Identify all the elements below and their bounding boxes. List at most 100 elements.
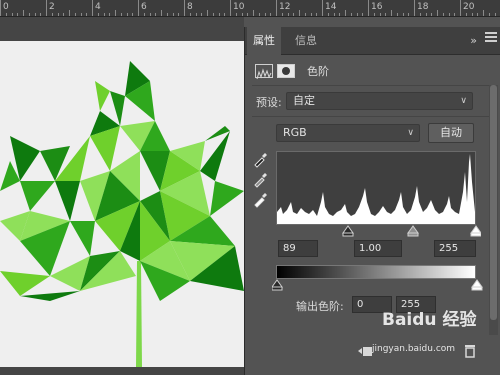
canvas-area[interactable] bbox=[0, 17, 244, 375]
auto-button[interactable]: 自动 bbox=[428, 123, 474, 143]
ruler-tick bbox=[304, 13, 306, 16]
menu-icon[interactable] bbox=[485, 32, 497, 44]
channel-dropdown[interactable]: RGB ∨ bbox=[276, 124, 420, 142]
divider bbox=[252, 116, 490, 117]
document-canvas[interactable] bbox=[0, 41, 244, 367]
ruler-label: 12 bbox=[279, 2, 291, 12]
output-levels-sliders[interactable] bbox=[272, 279, 484, 291]
preset-label: 预设: bbox=[256, 96, 282, 109]
ruler-tick bbox=[189, 13, 191, 16]
horizontal-ruler: 0 2 4 6 8 10 12 14 16 18 20 bbox=[0, 0, 500, 17]
ruler-tick bbox=[23, 10, 24, 16]
adjustment-header: 色阶 bbox=[255, 60, 329, 82]
ruler-tick bbox=[494, 13, 496, 16]
ruler-tick bbox=[258, 13, 260, 16]
ruler-tick bbox=[195, 13, 197, 16]
ruler-tick bbox=[57, 13, 59, 16]
chevron-down-icon: ∨ bbox=[407, 128, 414, 138]
ruler-tick bbox=[299, 10, 300, 16]
ruler-tick bbox=[419, 13, 421, 16]
ruler-tick bbox=[483, 10, 484, 16]
ruler-tick bbox=[69, 10, 70, 16]
ruler-tick bbox=[224, 13, 226, 16]
ruler-tick bbox=[178, 13, 180, 16]
ruler-label: 14 bbox=[325, 2, 337, 12]
ruler-tick bbox=[92, 0, 93, 16]
watermark-text: Baidu 经验 bbox=[382, 310, 477, 330]
ruler-tick bbox=[63, 13, 65, 16]
ruler-tick bbox=[379, 13, 381, 16]
ruler-tick bbox=[115, 10, 116, 16]
ruler-tick bbox=[373, 13, 375, 16]
levels-adjustment-icon bbox=[255, 64, 273, 80]
ruler-tick bbox=[339, 13, 341, 16]
ruler-tick bbox=[11, 13, 13, 16]
ruler-tick bbox=[276, 0, 277, 16]
scrollbar-thumb[interactable] bbox=[490, 85, 497, 320]
ruler-tick bbox=[212, 13, 214, 16]
mask-icon[interactable] bbox=[277, 64, 295, 78]
white-point-eyedropper-icon[interactable] bbox=[252, 192, 268, 208]
ruler-tick bbox=[396, 13, 398, 16]
tab-info[interactable]: 信息 bbox=[289, 27, 323, 55]
ruler-tick bbox=[5, 13, 7, 16]
divider bbox=[252, 85, 490, 86]
ruler-tick bbox=[281, 13, 283, 16]
ruler-tick bbox=[28, 13, 30, 16]
black-point-eyedropper-icon[interactable] bbox=[252, 152, 268, 168]
ruler-tick bbox=[120, 13, 122, 16]
ruler-label: 10 bbox=[233, 2, 245, 12]
ruler-label: 6 bbox=[141, 2, 147, 12]
panel-tab-bar: 属性 信息 » bbox=[245, 27, 500, 55]
chevron-down-icon: ∨ bbox=[460, 96, 467, 106]
tab-properties[interactable]: 属性 bbox=[247, 27, 281, 55]
input-white-field[interactable]: 255 bbox=[434, 240, 476, 257]
ruler-tick bbox=[40, 13, 42, 16]
input-levels-sliders[interactable] bbox=[276, 225, 481, 237]
ruler-tick bbox=[316, 13, 318, 16]
double-chevron-right-icon[interactable]: » bbox=[470, 34, 477, 47]
ruler-tick bbox=[74, 13, 76, 16]
ruler-tick bbox=[465, 13, 467, 16]
ruler-tick bbox=[80, 13, 82, 16]
panel-scrollbar[interactable] bbox=[489, 85, 498, 335]
ruler-label: 16 bbox=[371, 2, 383, 12]
ruler-tick bbox=[350, 13, 352, 16]
input-gamma-field[interactable]: 1.00 bbox=[354, 240, 402, 257]
ruler-label: 8 bbox=[187, 2, 193, 12]
ruler-label: 0 bbox=[3, 2, 9, 12]
ruler-tick bbox=[442, 13, 444, 16]
ruler-tick bbox=[155, 13, 157, 16]
ruler-tick bbox=[161, 10, 162, 16]
ruler-tick bbox=[333, 13, 335, 16]
ruler-tick bbox=[253, 10, 254, 16]
ruler-tick bbox=[172, 13, 174, 16]
ruler-tick bbox=[402, 13, 404, 16]
ruler-tick bbox=[149, 13, 151, 16]
ruler-label: 4 bbox=[95, 2, 101, 12]
output-gradient-bar bbox=[276, 265, 476, 279]
ruler-tick bbox=[448, 13, 450, 16]
histogram bbox=[276, 151, 476, 225]
ruler-tick bbox=[264, 13, 266, 16]
ruler-tick bbox=[132, 13, 134, 16]
preset-dropdown[interactable]: 自定 ∨ bbox=[286, 92, 473, 110]
ruler-label: 2 bbox=[49, 2, 55, 12]
ruler-tick bbox=[454, 13, 456, 16]
ruler-tick bbox=[230, 0, 231, 16]
ruler-tick bbox=[437, 10, 438, 16]
watermark-url: jingyan.baidu.com bbox=[372, 344, 456, 354]
ruler-tick bbox=[86, 13, 88, 16]
ruler-tick bbox=[460, 0, 461, 16]
ruler-tick bbox=[34, 13, 36, 16]
ruler-tick bbox=[126, 13, 128, 16]
ruler-tick bbox=[408, 13, 410, 16]
ruler-tick bbox=[471, 13, 473, 16]
ruler-label: 20 bbox=[463, 2, 475, 12]
gray-point-eyedropper-icon[interactable] bbox=[252, 172, 268, 188]
ruler-tick bbox=[97, 13, 99, 16]
input-black-field[interactable]: 89 bbox=[278, 240, 318, 257]
ruler-tick bbox=[247, 13, 249, 16]
baidu-watermark: Baidu 经验 jingyan.baidu.com bbox=[358, 300, 478, 360]
ruler-tick bbox=[241, 13, 243, 16]
